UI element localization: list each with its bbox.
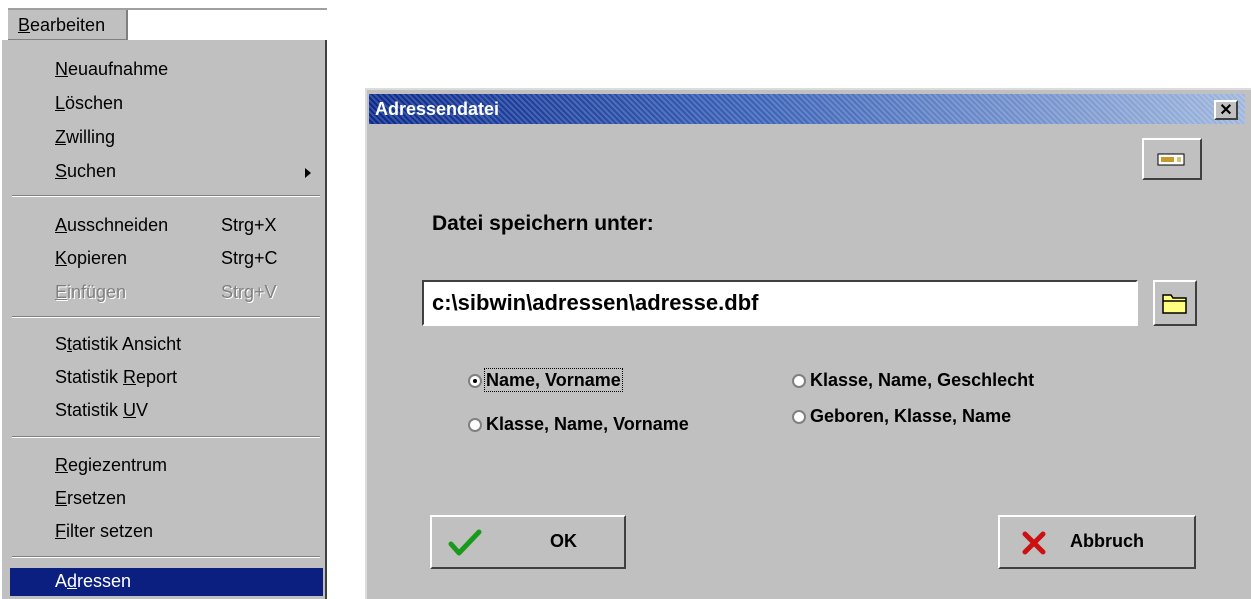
menu-item-label: eport bbox=[136, 367, 178, 387]
menu-item-accel: R bbox=[123, 367, 137, 387]
radio-label: Name, Vorname bbox=[484, 368, 623, 392]
file-path-input[interactable] bbox=[422, 280, 1138, 326]
radio-icon bbox=[468, 418, 482, 432]
menu-item-label: ressen bbox=[77, 571, 132, 591]
close-icon: ✕ bbox=[1219, 102, 1233, 119]
cancel-label: Abbruch bbox=[1070, 531, 1144, 551]
radio-icon bbox=[792, 374, 806, 388]
radio-klasse-name-vorname[interactable]: Klasse, Name, Vorname bbox=[468, 414, 689, 435]
browse-folder-button[interactable] bbox=[1153, 280, 1197, 326]
menu-item-shortcut: Strg+V bbox=[221, 282, 277, 302]
radio-label: Klasse, Name, Vorname bbox=[486, 414, 689, 434]
menu-separator bbox=[12, 316, 320, 318]
menu-item-accel: U bbox=[123, 400, 137, 420]
menu-item-accel: N bbox=[55, 59, 68, 79]
save-as-label: Datei speichern unter: bbox=[432, 212, 654, 235]
menu-item-accel: A bbox=[55, 215, 68, 235]
menu-item-ausschneiden[interactable]: Ausschneiden Strg+X bbox=[55, 212, 277, 240]
ok-button[interactable]: OK bbox=[430, 515, 626, 569]
menu-item-accel: d bbox=[67, 571, 78, 591]
radio-icon bbox=[792, 410, 806, 424]
menu-item-prefix: Statistik bbox=[55, 367, 124, 387]
menu-item-label: atistik Ansicht bbox=[72, 334, 182, 354]
menu-item-accel: E bbox=[55, 282, 68, 302]
menu-item-einfuegen: Einfügen Strg+V bbox=[55, 279, 277, 307]
drive-icon bbox=[1157, 153, 1185, 166]
radio-geboren-klasse-name[interactable]: Geboren, Klasse, Name bbox=[792, 406, 1011, 427]
menu-item-regiezentrum[interactable]: Regiezentrum bbox=[55, 452, 167, 480]
dialog-title: Adressendatei bbox=[375, 99, 500, 119]
close-button[interactable]: ✕ bbox=[1214, 100, 1238, 120]
edit-dropdown-menu: Neuaufnahme Löschen Zwilling Suchen Auss… bbox=[0, 40, 327, 599]
menu-item-adressen[interactable]: Adressen bbox=[10, 568, 323, 596]
folder-icon bbox=[1162, 294, 1187, 314]
menu-item-accel: S bbox=[55, 161, 68, 181]
menu-separator bbox=[12, 436, 320, 438]
menu-item-label: öschen bbox=[65, 93, 124, 113]
menu-item-neuaufnahme[interactable]: Neuaufnahme bbox=[55, 56, 168, 84]
checkmark-icon bbox=[448, 529, 482, 556]
menu-item-label: opieren bbox=[67, 248, 128, 268]
menu-item-label: infügen bbox=[67, 282, 127, 302]
menu-bar: Bearbeiten bbox=[0, 0, 327, 40]
radio-selected-icon bbox=[468, 374, 482, 388]
radio-klasse-name-geschlecht[interactable]: Klasse, Name, Geschlecht bbox=[792, 370, 1034, 391]
diskette-button[interactable] bbox=[1142, 138, 1202, 180]
menu-item-accel: E bbox=[55, 488, 68, 508]
dialog-titlebar: Adressendatei bbox=[369, 94, 1245, 124]
menu-item-label: euaufnahme bbox=[68, 59, 169, 79]
menu-item-label: ilter setzen bbox=[66, 521, 154, 541]
menu-separator bbox=[12, 556, 320, 558]
address-file-dialog: Adressendatei ✕ Datei speichern unter: N… bbox=[365, 88, 1251, 599]
menu-separator bbox=[12, 195, 320, 197]
menu-item-label: willing bbox=[66, 127, 116, 147]
menu-title-bearbeiten[interactable]: Bearbeiten bbox=[8, 10, 128, 40]
menu-item-kopieren[interactable]: Kopieren Strg+C bbox=[55, 245, 278, 273]
radio-name-vorname[interactable]: Name, Vorname bbox=[468, 368, 623, 392]
menu-item-accel: Z bbox=[55, 127, 66, 147]
menu-item-statistik-uv[interactable]: Statistik UV bbox=[55, 397, 148, 425]
menu-item-label: V bbox=[136, 400, 149, 420]
menu-item-label: usschneiden bbox=[67, 215, 169, 235]
menu-item-prefix: A bbox=[55, 571, 68, 591]
menu-item-loeschen[interactable]: Löschen bbox=[55, 90, 123, 118]
submenu-arrow-icon bbox=[305, 168, 311, 178]
menu-item-accel: R bbox=[55, 455, 68, 475]
menu-item-ersetzen[interactable]: Ersetzen bbox=[55, 485, 126, 513]
menu-item-prefix: Statistik bbox=[55, 400, 124, 420]
radio-label: Geboren, Klasse, Name bbox=[810, 406, 1012, 426]
menu-item-suchen[interactable]: Suchen bbox=[55, 158, 116, 186]
menu-item-filter-setzen[interactable]: Filter setzen bbox=[55, 518, 153, 546]
menu-item-statistik-report[interactable]: Statistik Report bbox=[55, 364, 177, 392]
menu-item-zwilling[interactable]: Zwilling bbox=[55, 124, 115, 152]
menu-item-statistik-ansicht[interactable]: Statistik Ansicht bbox=[55, 331, 181, 359]
menu-item-shortcut: Strg+C bbox=[221, 248, 278, 268]
menu-item-accel: K bbox=[55, 248, 68, 268]
menu-item-label: rsetzen bbox=[67, 488, 127, 508]
radio-label: Klasse, Name, Geschlecht bbox=[810, 370, 1035, 390]
red-x-icon bbox=[1022, 531, 1046, 555]
ok-label: OK bbox=[550, 531, 577, 551]
menu-item-accel: F bbox=[55, 521, 66, 541]
menu-item-accel: L bbox=[55, 93, 66, 113]
cancel-button[interactable]: Abbruch bbox=[998, 515, 1196, 569]
menu-title-label: earbeiten bbox=[30, 15, 106, 35]
menu-item-label: uchen bbox=[67, 161, 117, 181]
menu-item-label: egiezentrum bbox=[68, 455, 168, 475]
menu-item-shortcut: Strg+X bbox=[221, 215, 277, 235]
menu-item-prefix: S bbox=[55, 334, 68, 354]
